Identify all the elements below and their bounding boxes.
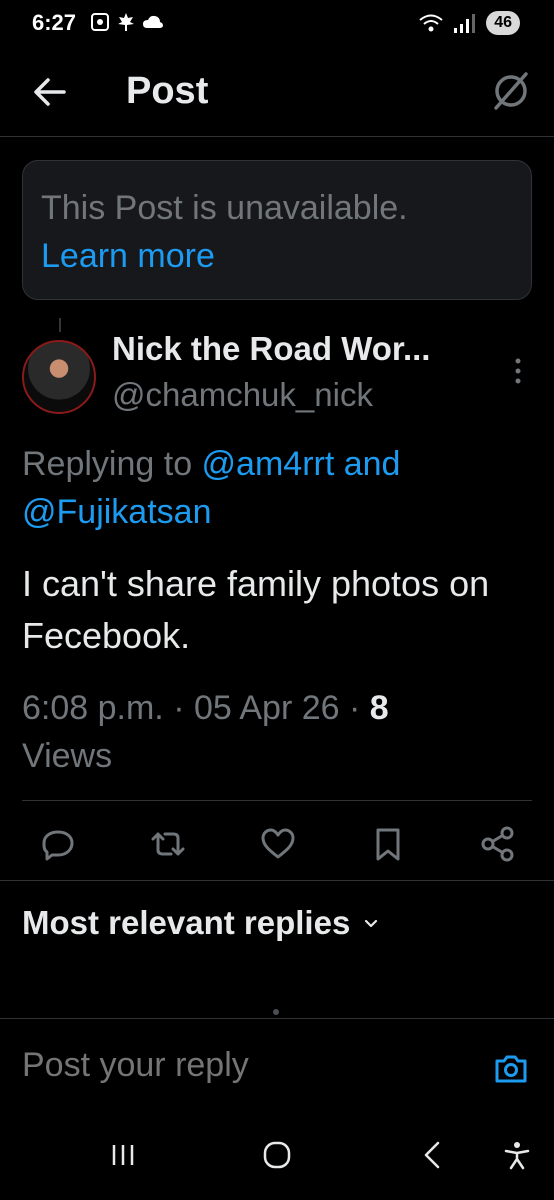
share-icon xyxy=(481,826,514,862)
page-title: Post xyxy=(126,70,209,112)
grok-button[interactable] xyxy=(490,70,532,112)
share-button[interactable] xyxy=(478,824,518,864)
post-time: 6:08 p.m. xyxy=(22,689,164,727)
reply-input[interactable] xyxy=(22,1046,462,1085)
chevron-down-icon xyxy=(365,919,378,928)
post-meta: 6:08 p.m. · 05 Apr 26 · 8 Views xyxy=(22,684,532,780)
status-time: 6:27 xyxy=(32,10,77,35)
mention-conjunction[interactable]: and xyxy=(334,445,401,483)
accessibility-button[interactable] xyxy=(502,1140,532,1175)
post-text: I can't share family photos on Fecebook. xyxy=(22,563,490,656)
author-avatar[interactable] xyxy=(22,340,96,414)
replies-sort-dropdown[interactable]: Most relevant replies xyxy=(22,904,380,942)
mention-link[interactable]: @Fujikatsan xyxy=(22,493,211,531)
divider xyxy=(0,880,554,881)
meta-separator: · xyxy=(163,689,194,727)
unavailable-post-notice: This Post is unavailable. Learn more xyxy=(22,160,532,300)
camera-icon xyxy=(495,1055,527,1083)
meta-separator: · xyxy=(339,689,370,727)
top-app-bar: Post xyxy=(0,46,554,137)
maple-leaf-icon xyxy=(118,13,134,31)
learn-more-link[interactable]: Learn more xyxy=(41,231,215,281)
accessibility-icon xyxy=(504,1142,530,1170)
mention-link[interactable]: @am4rrt xyxy=(202,445,335,483)
divider xyxy=(22,800,532,801)
home-icon xyxy=(263,1141,291,1169)
loading-indicator xyxy=(273,1009,279,1015)
bookmark-button[interactable] xyxy=(368,824,408,864)
replies-sort-label: Most relevant replies xyxy=(22,904,351,941)
recent-apps-icon xyxy=(112,1145,134,1165)
screenshot-icon xyxy=(91,13,109,31)
author-handle[interactable]: @chamchuk_nick xyxy=(112,376,373,414)
status-notification-icons xyxy=(90,12,164,32)
heart-icon xyxy=(261,828,295,859)
back-nav-button[interactable] xyxy=(418,1140,448,1175)
arrow-left-icon xyxy=(34,78,66,106)
cloud-icon xyxy=(143,15,163,28)
divider xyxy=(0,1018,554,1019)
views-label[interactable]: Views xyxy=(22,737,112,775)
unavailable-message: This Post is unavailable. xyxy=(41,189,408,227)
replying-to: Replying to @am4rrt and @Fujikatsan xyxy=(22,440,532,536)
signal-icon xyxy=(454,14,476,33)
back-button[interactable] xyxy=(30,74,70,110)
post-actions xyxy=(22,818,532,872)
thread-connector xyxy=(59,318,61,332)
wifi-icon xyxy=(419,14,443,32)
recent-apps-button[interactable] xyxy=(108,1140,138,1175)
system-navigation-bar xyxy=(0,1110,554,1200)
bookmark-icon xyxy=(376,828,400,861)
repost-button[interactable] xyxy=(148,824,188,864)
battery-level: 46 xyxy=(486,11,520,35)
views-count[interactable]: 8 xyxy=(370,689,389,727)
camera-button[interactable] xyxy=(492,1050,530,1088)
more-options-button[interactable] xyxy=(508,354,528,388)
post-date: 05 Apr 26 xyxy=(193,689,340,727)
grok-icon xyxy=(494,72,528,110)
like-button[interactable] xyxy=(258,824,298,864)
chevron-left-icon xyxy=(424,1141,440,1169)
author-name[interactable]: Nick the Road Wor... xyxy=(112,330,430,368)
reply-icon xyxy=(42,830,74,861)
more-vertical-icon xyxy=(515,358,521,384)
home-button[interactable] xyxy=(262,1140,292,1175)
status-bar: 6:27 46 xyxy=(0,0,554,46)
reply-button[interactable] xyxy=(38,824,78,864)
status-system-icons: 46 xyxy=(418,11,520,35)
repost-icon xyxy=(151,832,185,856)
replying-prefix: Replying to xyxy=(22,445,202,483)
